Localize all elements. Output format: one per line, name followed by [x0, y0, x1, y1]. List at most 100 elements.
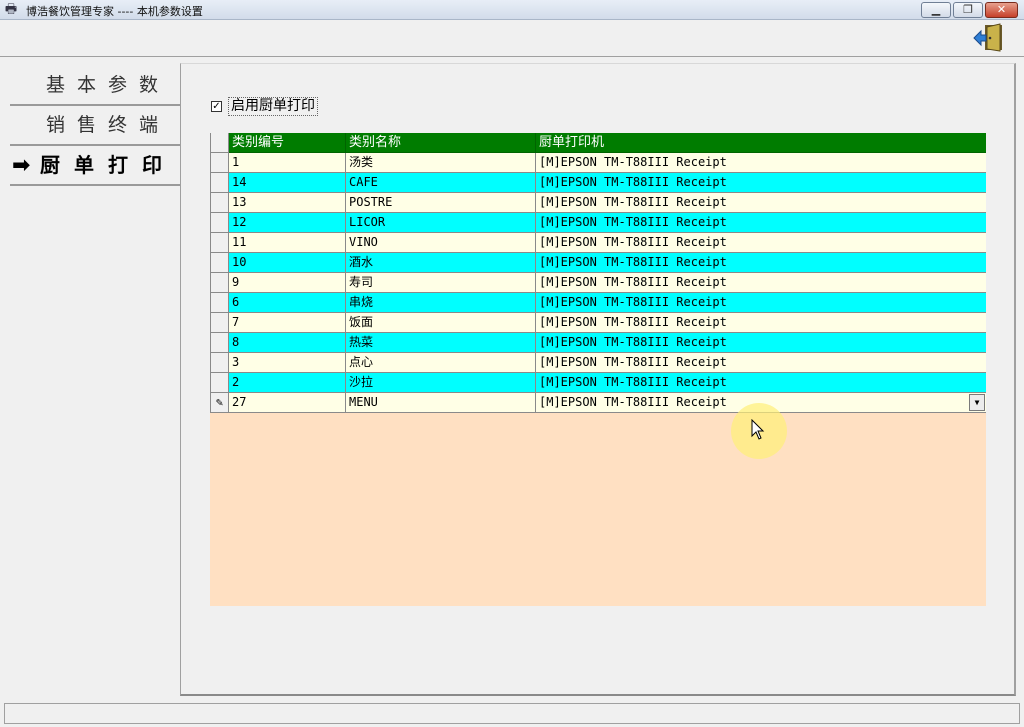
cell-category-name[interactable]: 串烧	[346, 293, 536, 313]
close-icon[interactable]: ✕	[985, 2, 1018, 18]
exit-door-icon	[973, 23, 1002, 52]
cell-category-id[interactable]: 1	[229, 153, 346, 173]
window-title: 博浩餐饮管理专家 ---- 本机参数设置	[26, 5, 203, 18]
table-row[interactable]: 9 寿司 [M]EPSON TM-T88III Receipt	[210, 273, 986, 293]
cell-category-name[interactable]: LICOR	[346, 213, 536, 233]
category-printer-grid[interactable]: 类别编号 类别名称 厨单打印机 1 汤类 [M]EPSON TM-T88III Re…	[210, 133, 986, 606]
cell-kitchen-printer[interactable]: [M]EPSON TM-T88III Receipt	[536, 153, 986, 173]
cell-kitchen-printer[interactable]: [M]EPSON TM-T88III Receipt	[536, 333, 986, 353]
cell-category-id[interactable]: 10	[229, 253, 346, 273]
row-selector[interactable]	[210, 333, 229, 353]
table-row[interactable]: 2 沙拉 [M]EPSON TM-T88III Receipt	[210, 373, 986, 393]
row-selector[interactable]	[210, 353, 229, 373]
title-bar: 🖶 博浩餐饮管理专家 ---- 本机参数设置 ▁ ❐ ✕	[0, 0, 1024, 20]
table-row[interactable]: 14 CAFE [M]EPSON TM-T88III Receipt	[210, 173, 986, 193]
row-selector[interactable]	[210, 313, 229, 333]
printer-icon: 🖶	[4, 2, 18, 17]
cell-category-id[interactable]: 14	[229, 173, 346, 193]
table-row[interactable]: 10 酒水 [M]EPSON TM-T88III Receipt	[210, 253, 986, 273]
printer-value: [M]EPSON TM-T88III Receipt	[539, 175, 727, 189]
cell-kitchen-printer[interactable]: [M]EPSON TM-T88III Receipt	[536, 293, 986, 313]
printer-value: [M]EPSON TM-T88III Receipt	[539, 195, 727, 209]
cell-category-name[interactable]: 寿司	[346, 273, 536, 293]
cell-category-id[interactable]: 27	[229, 393, 346, 413]
column-header-kitchen-printer[interactable]: 厨单打印机	[536, 133, 986, 153]
cell-category-name[interactable]: 热菜	[346, 333, 536, 353]
restore-icon[interactable]: ❐	[953, 2, 983, 18]
table-row[interactable]: ✎ 27 MENU [M]EPSON TM-T88III Receipt ▼	[210, 393, 986, 413]
cell-category-name[interactable]: 汤类	[346, 153, 536, 173]
exit-button[interactable]	[972, 23, 1008, 53]
table-row[interactable]: 13 POSTRE [M]EPSON TM-T88III Receipt	[210, 193, 986, 213]
row-selector[interactable]	[210, 173, 229, 193]
row-selector[interactable]	[210, 293, 229, 313]
mouse-pointer-icon	[751, 419, 765, 440]
cell-category-name[interactable]: 酒水	[346, 253, 536, 273]
cell-category-id[interactable]: 11	[229, 233, 346, 253]
table-row[interactable]: 3 点心 [M]EPSON TM-T88III Receipt	[210, 353, 986, 373]
cell-category-id[interactable]: 3	[229, 353, 346, 373]
column-header-category-id[interactable]: 类别编号	[229, 133, 346, 153]
cell-category-name[interactable]: 沙拉	[346, 373, 536, 393]
checkbox-check-icon[interactable]: ✓	[211, 100, 222, 112]
row-selector-header	[210, 133, 229, 153]
row-selector[interactable]	[210, 233, 229, 253]
enable-kitchen-print-label[interactable]: 启用厨单打印	[228, 96, 318, 116]
status-bar	[4, 703, 1020, 724]
cell-kitchen-printer[interactable]: [M]EPSON TM-T88III Receipt	[536, 273, 986, 293]
settings-nav: 基本参数 销售终端 ➡ 厨单打印	[10, 66, 180, 186]
cell-category-name[interactable]: 点心	[346, 353, 536, 373]
table-row[interactable]: 7 饭面 [M]EPSON TM-T88III Receipt	[210, 313, 986, 333]
row-selector[interactable]	[210, 373, 229, 393]
cell-category-id[interactable]: 13	[229, 193, 346, 213]
enable-kitchen-print-checkbox[interactable]: ✓ 启用厨单打印	[211, 96, 318, 116]
cell-kitchen-printer[interactable]: [M]EPSON TM-T88III Receipt	[536, 233, 986, 253]
row-selector[interactable]	[210, 213, 229, 233]
dropdown-arrow-icon[interactable]: ▼	[969, 394, 985, 411]
printer-value: [M]EPSON TM-T88III Receipt	[539, 315, 727, 329]
printer-value: [M]EPSON TM-T88III Receipt	[539, 155, 727, 169]
row-selector[interactable]	[210, 153, 229, 173]
cell-category-id[interactable]: 8	[229, 333, 346, 353]
table-row[interactable]: 8 热菜 [M]EPSON TM-T88III Receipt	[210, 333, 986, 353]
cell-kitchen-printer[interactable]: [M]EPSON TM-T88III Receipt	[536, 253, 986, 273]
printer-value: [M]EPSON TM-T88III Receipt	[539, 275, 727, 289]
nav-item-basic-params[interactable]: 基本参数	[10, 66, 180, 106]
cell-category-name[interactable]: VINO	[346, 233, 536, 253]
cell-category-name[interactable]: POSTRE	[346, 193, 536, 213]
cell-kitchen-printer[interactable]: [M]EPSON TM-T88III Receipt	[536, 353, 986, 373]
table-row[interactable]: 6 串烧 [M]EPSON TM-T88III Receipt	[210, 293, 986, 313]
toolbar	[0, 20, 1024, 57]
cell-category-id[interactable]: 2	[229, 373, 346, 393]
row-selector[interactable]	[210, 193, 229, 213]
nav-item-sales-terminal[interactable]: 销售终端	[10, 106, 180, 146]
printer-value: [M]EPSON TM-T88III Receipt	[539, 255, 727, 269]
printer-value: [M]EPSON TM-T88III Receipt	[539, 235, 727, 249]
cell-category-name[interactable]: MENU	[346, 393, 536, 413]
nav-item-kitchen-print[interactable]: ➡ 厨单打印	[10, 146, 180, 186]
cell-kitchen-printer[interactable]: [M]EPSON TM-T88III Receipt	[536, 173, 986, 193]
printer-value: [M]EPSON TM-T88III Receipt	[539, 395, 727, 409]
table-row[interactable]: 1 汤类 [M]EPSON TM-T88III Receipt	[210, 153, 986, 173]
cell-kitchen-printer[interactable]: [M]EPSON TM-T88III Receipt	[536, 193, 986, 213]
cell-kitchen-printer[interactable]: [M]EPSON TM-T88III Receipt	[536, 373, 986, 393]
edit-pencil-icon[interactable]: ✎	[210, 393, 229, 413]
printer-value: [M]EPSON TM-T88III Receipt	[539, 355, 727, 369]
cell-category-id[interactable]: 12	[229, 213, 346, 233]
cell-category-id[interactable]: 6	[229, 293, 346, 313]
cell-category-name[interactable]: 饭面	[346, 313, 536, 333]
cell-category-id[interactable]: 7	[229, 313, 346, 333]
cell-category-name[interactable]: CAFE	[346, 173, 536, 193]
cell-kitchen-printer[interactable]: [M]EPSON TM-T88III Receipt	[536, 213, 986, 233]
cell-category-id[interactable]: 9	[229, 273, 346, 293]
row-selector[interactable]	[210, 253, 229, 273]
nav-item-label: 销售终端	[45, 114, 170, 136]
cell-kitchen-printer[interactable]: [M]EPSON TM-T88III Receipt	[536, 313, 986, 333]
row-selector[interactable]	[210, 273, 229, 293]
table-row[interactable]: 12 LICOR [M]EPSON TM-T88III Receipt	[210, 213, 986, 233]
printer-value: [M]EPSON TM-T88III Receipt	[539, 215, 727, 229]
table-row[interactable]: 11 VINO [M]EPSON TM-T88III Receipt	[210, 233, 986, 253]
minimize-icon[interactable]: ▁	[921, 2, 951, 18]
column-header-category-name[interactable]: 类别名称	[346, 133, 536, 153]
window-controls: ▁ ❐ ✕	[921, 2, 1018, 18]
